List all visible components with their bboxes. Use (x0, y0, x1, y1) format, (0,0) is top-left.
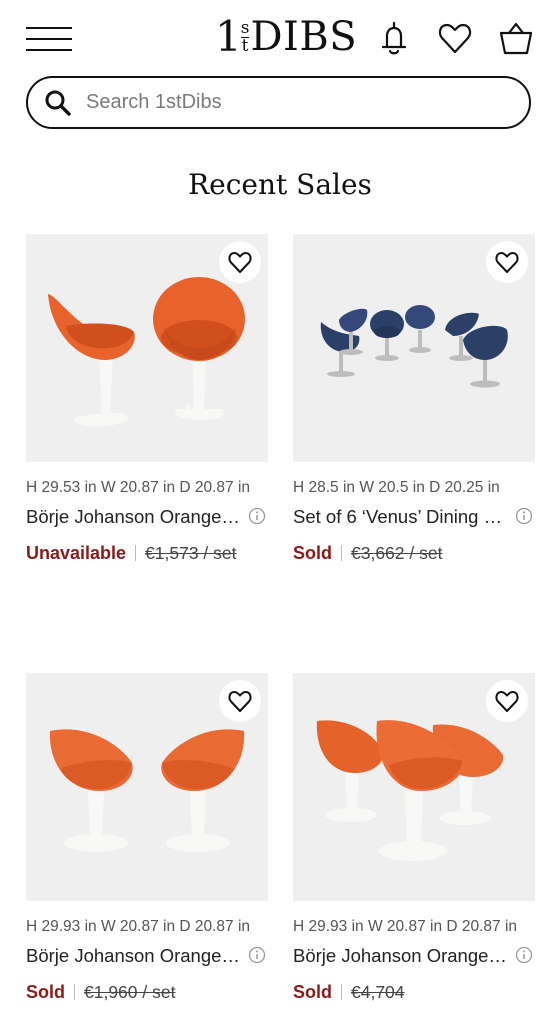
sale-status: Unavailable (26, 542, 127, 563)
favorite-heart-icon[interactable] (219, 241, 261, 283)
sold-price: €4,704 (351, 981, 405, 1002)
sold-price: €1,573 / set (145, 542, 237, 563)
logo-st: s t (240, 20, 250, 56)
product-image[interactable] (26, 673, 268, 901)
product-title[interactable]: Set of 6 ‘Venus’ Dining Chairs (293, 506, 507, 528)
divider (341, 984, 342, 1000)
search-input[interactable] (84, 90, 488, 115)
price-row: Unavailable €1,573 / set (26, 542, 237, 564)
page: 1 s t DIBS Search 1stDibs Recent Sales H… (0, 0, 560, 1036)
divider (341, 545, 342, 561)
favorite-heart-icon[interactable] (486, 241, 528, 283)
favorite-heart-icon[interactable] (486, 680, 528, 722)
product-image[interactable] (293, 234, 535, 462)
info-icon[interactable] (248, 946, 266, 964)
hamburger-menu-icon[interactable] (26, 26, 72, 52)
info-icon[interactable] (248, 507, 266, 525)
logo-one: 1 (215, 12, 242, 61)
sold-price: €3,662 / set (351, 542, 443, 563)
divider (135, 545, 137, 561)
sold-price: €1,960 / set (84, 981, 176, 1002)
product-title[interactable]: Börje Johanson Orange Venus Chairs (26, 945, 240, 967)
product-title[interactable]: Börje Johanson Orange Venus Chairs (26, 506, 240, 528)
product-image[interactable] (293, 673, 535, 901)
product-dimensions: H 29.53 in W 20.87 in D 20.87 in (26, 479, 251, 496)
shopping-bag-icon[interactable] (497, 19, 535, 57)
favorite-heart-icon[interactable] (219, 680, 261, 722)
product-dimensions: H 29.93 in W 20.87 in D 20.87 in (293, 918, 518, 935)
sale-status: Sold (26, 981, 65, 1002)
info-icon[interactable] (515, 507, 533, 525)
search-bar[interactable] (26, 76, 531, 129)
price-row: Sold €3,662 / set (293, 542, 442, 564)
site-logo[interactable]: 1 s t DIBS (215, 14, 357, 60)
divider (74, 984, 75, 1000)
top-header: 1 s t DIBS (0, 0, 560, 76)
bell-icon[interactable] (375, 19, 413, 57)
price-row: Sold €1,960 / set (26, 981, 175, 1003)
heart-icon[interactable] (436, 19, 474, 57)
price-row: Sold €4,704 (293, 981, 405, 1003)
section-title: Recent Sales (188, 168, 372, 201)
product-dimensions: H 28.5 in W 20.5 in D 20.25 in (293, 479, 500, 496)
logo-word: DIBS (250, 14, 358, 60)
product-image[interactable] (26, 234, 268, 462)
sale-status: Sold (293, 542, 332, 563)
info-icon[interactable] (515, 946, 533, 964)
product-title[interactable]: Börje Johanson Orange Venus Chairs (293, 945, 507, 967)
product-dimensions: H 29.93 in W 20.87 in D 20.87 in (26, 918, 251, 935)
logo-st-bottom: t (241, 36, 249, 56)
search-icon (45, 90, 71, 116)
sale-status: Sold (293, 981, 332, 1002)
